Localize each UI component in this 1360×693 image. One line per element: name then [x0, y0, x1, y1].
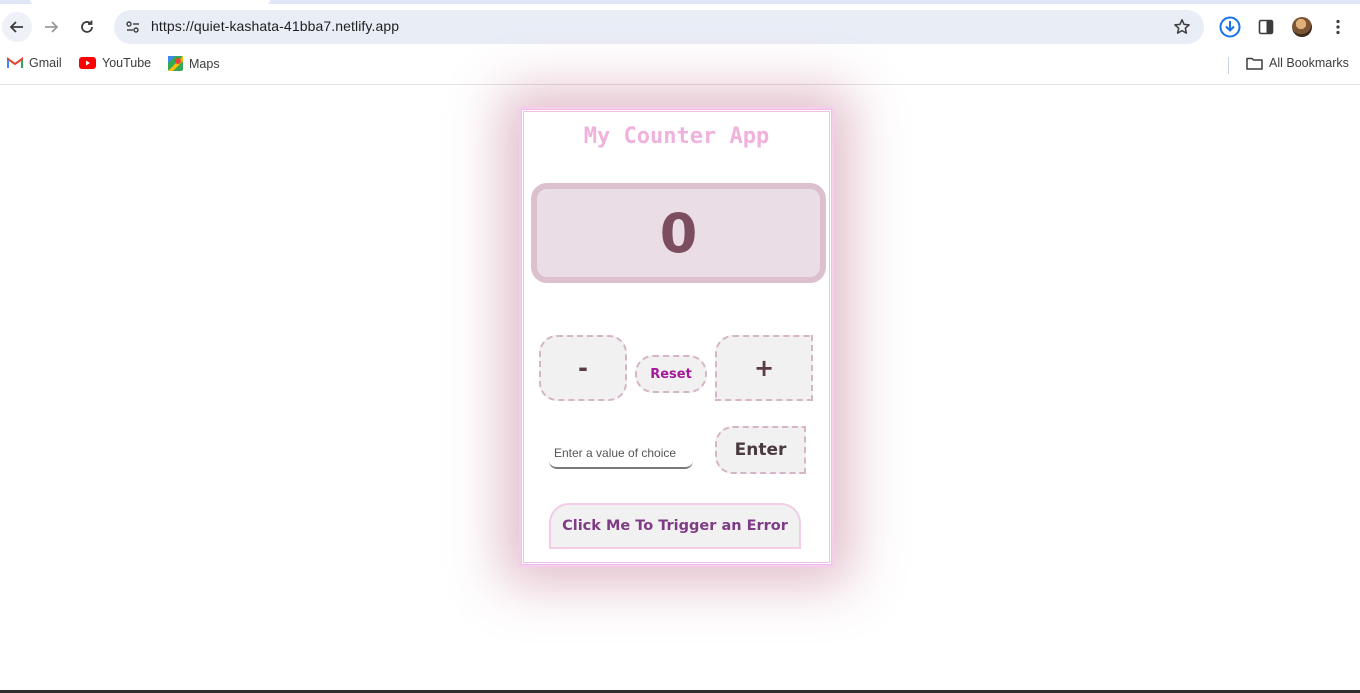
- bookmarks-bar: Gmail YouTube Maps All Bookmarks: [0, 48, 1360, 85]
- download-icon: [1219, 16, 1241, 38]
- kebab-menu-icon: [1336, 19, 1340, 35]
- trigger-error-button[interactable]: Click Me To Trigger an Error: [549, 503, 801, 549]
- value-input[interactable]: [549, 439, 693, 469]
- bookmark-youtube[interactable]: YouTube: [79, 56, 151, 70]
- folder-icon: [1246, 57, 1263, 70]
- decrement-button[interactable]: -: [539, 335, 627, 401]
- browser-menu-button[interactable]: [1325, 14, 1351, 40]
- enter-button[interactable]: Enter: [715, 426, 806, 474]
- bookmark-label: All Bookmarks: [1269, 56, 1349, 70]
- arrow-left-icon: [9, 21, 23, 33]
- back-button[interactable]: [2, 12, 32, 42]
- bookmark-maps[interactable]: Maps: [168, 56, 220, 71]
- counter-value: 0: [659, 201, 698, 265]
- bookmark-star-button[interactable]: [1170, 15, 1194, 39]
- reload-button[interactable]: [72, 12, 102, 42]
- avatar: [1292, 17, 1312, 37]
- site-settings-icon: [126, 21, 139, 33]
- arrow-right-icon: [45, 21, 59, 33]
- address-bar[interactable]: https://quiet-kashata-41bba7.netlify.app: [114, 10, 1204, 44]
- all-bookmarks-button[interactable]: All Bookmarks: [1246, 56, 1349, 70]
- download-button[interactable]: [1217, 14, 1243, 40]
- side-panel-icon: [1258, 19, 1274, 35]
- bookmark-label: Maps: [189, 56, 220, 71]
- bookmark-label: YouTube: [102, 56, 152, 70]
- reset-button[interactable]: Reset: [635, 355, 707, 393]
- browser-toolbar: https://quiet-kashata-41bba7.netlify.app: [0, 4, 1360, 48]
- side-panel-button[interactable]: [1253, 14, 1279, 40]
- bookmarks-divider: [1228, 57, 1229, 74]
- star-icon: [1174, 19, 1190, 34]
- site-info-button[interactable]: [120, 14, 146, 40]
- profile-button[interactable]: [1289, 14, 1315, 40]
- bookmark-label: Gmail: [29, 56, 62, 70]
- counter-display: 0: [531, 183, 826, 283]
- counter-card: My Counter App 0 - Reset + Enter Click M…: [519, 107, 834, 567]
- gmail-icon: [7, 57, 23, 68]
- url-text[interactable]: https://quiet-kashata-41bba7.netlify.app: [151, 18, 399, 34]
- reload-icon: [81, 20, 93, 33]
- forward-button[interactable]: [36, 12, 66, 42]
- maps-icon: [168, 56, 183, 71]
- increment-button[interactable]: +: [715, 335, 813, 401]
- youtube-icon: [79, 57, 96, 69]
- bookmark-gmail[interactable]: Gmail: [7, 56, 62, 70]
- page-title: My Counter App: [583, 124, 770, 149]
